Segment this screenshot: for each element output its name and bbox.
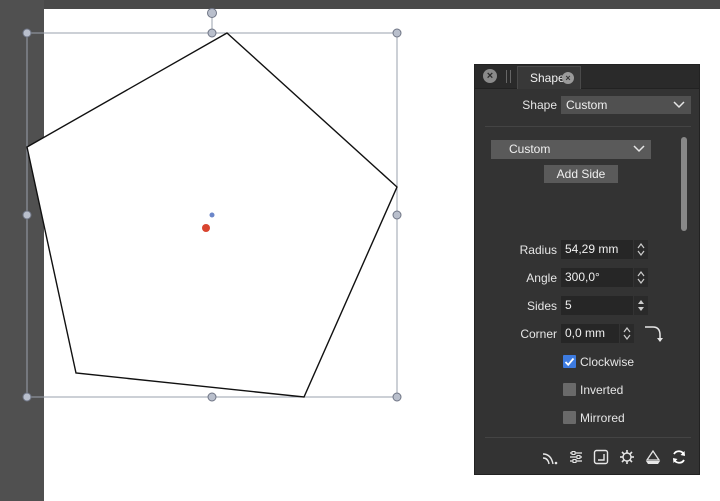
sides-stepper[interactable] bbox=[634, 296, 648, 315]
checkmark-icon bbox=[564, 357, 575, 367]
mirrored-label: Mirrored bbox=[580, 411, 625, 425]
rotate-handle[interactable] bbox=[207, 8, 217, 18]
sliders-icon[interactable] bbox=[568, 449, 584, 465]
corner-stepper[interactable] bbox=[620, 324, 634, 343]
shape-center-point[interactable] bbox=[202, 224, 210, 232]
stepper-arrows-icon bbox=[637, 271, 645, 284]
divider bbox=[485, 437, 691, 438]
shape-type-label: Shape bbox=[522, 98, 557, 112]
tab-close-icon[interactable]: × bbox=[562, 72, 574, 84]
chevron-down-icon bbox=[633, 145, 645, 153]
sides-field[interactable]: 5 bbox=[561, 296, 633, 315]
side-type-value: Custom bbox=[509, 142, 551, 156]
stepper-triangles-icon bbox=[638, 300, 644, 311]
path-icon[interactable] bbox=[542, 449, 558, 465]
stepper-arrows-icon bbox=[637, 243, 645, 256]
panel-scrollbar[interactable] bbox=[681, 137, 687, 231]
sides-label: Sides bbox=[526, 299, 557, 313]
refresh-icon[interactable] bbox=[671, 449, 687, 465]
radius-field[interactable]: 54,29 mm bbox=[561, 240, 633, 259]
mirrored-checkbox[interactable] bbox=[563, 411, 576, 424]
angle-field[interactable]: 300,0° bbox=[561, 268, 633, 287]
panel-grip-handle[interactable] bbox=[506, 70, 511, 83]
shape-stack-icon[interactable] bbox=[645, 449, 661, 465]
handle-middle-right[interactable] bbox=[392, 210, 402, 220]
shape-panel: × Shape × Shape Custom Custom Add Side R… bbox=[474, 64, 700, 475]
handle-bottom-left[interactable] bbox=[22, 392, 32, 402]
divider bbox=[485, 126, 691, 127]
shape-control-point[interactable] bbox=[209, 212, 215, 218]
handle-middle-left[interactable] bbox=[22, 210, 32, 220]
shape-type-dropdown[interactable]: Custom bbox=[561, 96, 691, 114]
handle-top-center[interactable] bbox=[207, 28, 217, 38]
angle-stepper[interactable] bbox=[634, 268, 648, 287]
add-side-button[interactable]: Add Side bbox=[544, 165, 618, 183]
chevron-down-icon bbox=[673, 101, 685, 109]
corner-box-icon[interactable] bbox=[593, 449, 609, 465]
close-icon[interactable]: × bbox=[483, 69, 497, 83]
corner-curve-icon[interactable] bbox=[643, 324, 665, 344]
corner-label: Corner bbox=[520, 327, 557, 341]
radius-label: Radius bbox=[519, 243, 557, 257]
radius-stepper[interactable] bbox=[634, 240, 648, 259]
stepper-arrows-icon bbox=[623, 327, 631, 340]
gear-icon[interactable] bbox=[619, 449, 635, 465]
shape-type-value: Custom bbox=[566, 98, 608, 112]
panel-tab-bar: × Shape × bbox=[475, 65, 699, 89]
clockwise-checkbox[interactable] bbox=[563, 355, 576, 368]
side-type-dropdown[interactable]: Custom bbox=[491, 140, 651, 159]
handle-top-right[interactable] bbox=[392, 28, 402, 38]
handle-bottom-center[interactable] bbox=[207, 392, 217, 402]
tab-shape[interactable]: Shape × bbox=[517, 66, 581, 89]
handle-top-left[interactable] bbox=[22, 28, 32, 38]
inverted-checkbox[interactable] bbox=[563, 383, 576, 396]
tab-shape-label: Shape bbox=[530, 71, 565, 85]
corner-field[interactable]: 0,0 mm bbox=[561, 324, 619, 343]
clockwise-label: Clockwise bbox=[580, 355, 635, 369]
handle-bottom-right[interactable] bbox=[392, 392, 402, 402]
inverted-label: Inverted bbox=[580, 383, 624, 397]
angle-label: Angle bbox=[526, 271, 557, 285]
